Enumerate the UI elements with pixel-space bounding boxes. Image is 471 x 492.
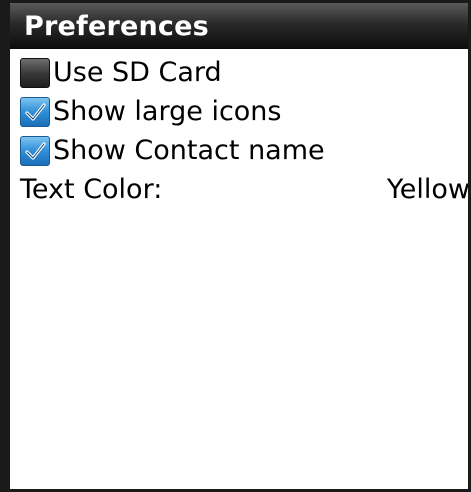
preferences-list: Use SD Card Show large icons Show Contac… [10, 53, 468, 489]
option-show-large-icons[interactable]: Show large icons [10, 92, 468, 131]
checkmark-icon [25, 141, 46, 160]
text-color-choice[interactable]: Text Color: Yellow [10, 170, 468, 209]
show-large-icons-label: Show large icons [53, 96, 282, 127]
use-sd-card-checkbox[interactable] [20, 57, 50, 88]
show-contact-name-checkbox[interactable] [20, 135, 50, 166]
show-contact-name-label: Show Contact name [53, 135, 325, 166]
text-color-value[interactable]: Yellow [387, 174, 468, 205]
page-title: Preferences [24, 10, 209, 42]
title-bar: Preferences [10, 3, 468, 49]
checkmark-icon [25, 102, 46, 121]
text-color-label: Text Color: [20, 174, 163, 205]
option-show-contact-name[interactable]: Show Contact name [10, 131, 468, 170]
show-large-icons-checkbox[interactable] [20, 96, 50, 127]
option-use-sd-card[interactable]: Use SD Card [10, 53, 468, 92]
use-sd-card-label: Use SD Card [53, 57, 222, 88]
preferences-screen: Preferences Use SD Card Show large icons [0, 0, 471, 492]
